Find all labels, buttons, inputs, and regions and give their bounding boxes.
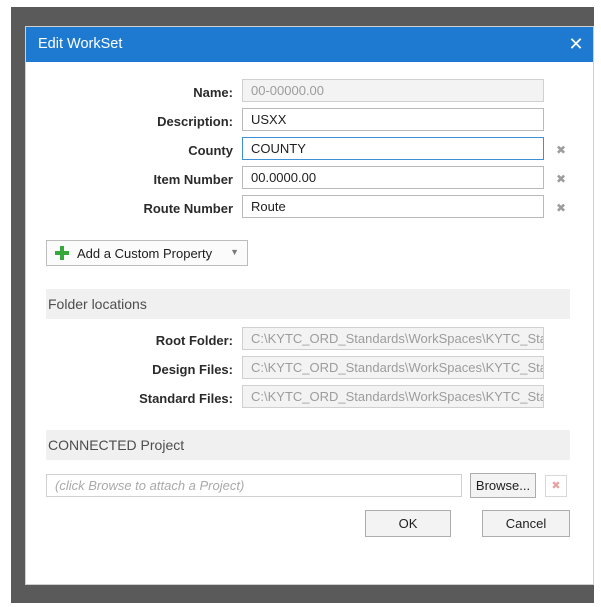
browse-button[interactable]: Browse...	[470, 473, 536, 498]
route-number-clear-icon[interactable]: ✖	[555, 202, 567, 214]
connected-project-field[interactable]: (click Browse to attach a Project)	[46, 474, 462, 497]
folder-locations-title: Folder locations	[48, 296, 147, 312]
item-number-clear-icon[interactable]: ✖	[555, 173, 567, 185]
connected-project-placeholder: (click Browse to attach a Project)	[55, 478, 245, 493]
description-label: Description:	[157, 114, 233, 129]
dialog-title: Edit WorkSet	[38, 36, 123, 52]
standard-files-label: Standard Files:	[139, 391, 233, 406]
design-files-label: Design Files:	[152, 362, 233, 377]
cancel-button[interactable]: Cancel	[482, 510, 570, 537]
item-number-field[interactable]: 00.0000.00	[242, 166, 544, 189]
county-clear-icon[interactable]: ✖	[555, 144, 567, 156]
add-custom-property-button[interactable]: Add a Custom Property ▼	[46, 240, 248, 266]
name-field: 00-00000.00	[242, 79, 544, 102]
chevron-down-icon[interactable]: ▼	[230, 247, 239, 257]
standard-files-field: C:\KYTC_ORD_Standards\WorkSpaces\KYTC_St…	[242, 385, 544, 408]
edit-workset-dialog: Edit WorkSet ✕ Name: 00-00000.00 Descrip…	[25, 26, 594, 585]
remove-project-icon[interactable]: ✖	[545, 475, 567, 497]
dialog-titlebar: Edit WorkSet ✕	[26, 27, 593, 62]
name-label: Name:	[193, 85, 233, 100]
close-icon[interactable]: ✕	[565, 33, 587, 55]
county-label: County	[188, 143, 233, 158]
description-field[interactable]: USXX	[242, 108, 544, 131]
county-field[interactable]: COUNTY	[242, 137, 544, 160]
route-number-field[interactable]: Route	[242, 195, 544, 218]
design-files-field: C:\KYTC_ORD_Standards\WorkSpaces\KYTC_St…	[242, 356, 544, 379]
ok-button[interactable]: OK	[365, 510, 451, 537]
root-folder-field: C:\KYTC_ORD_Standards\WorkSpaces\KYTC_St…	[242, 327, 544, 350]
add-custom-property-label: Add a Custom Property	[77, 246, 213, 261]
connected-project-title: CONNECTED Project	[48, 437, 185, 453]
route-number-label: Route Number	[143, 201, 233, 216]
folder-locations-header: Folder locations	[46, 289, 570, 319]
item-number-label: Item Number	[153, 172, 233, 187]
root-folder-label: Root Folder:	[155, 333, 233, 348]
plus-icon	[55, 246, 69, 260]
connected-project-header: CONNECTED Project	[46, 430, 570, 460]
